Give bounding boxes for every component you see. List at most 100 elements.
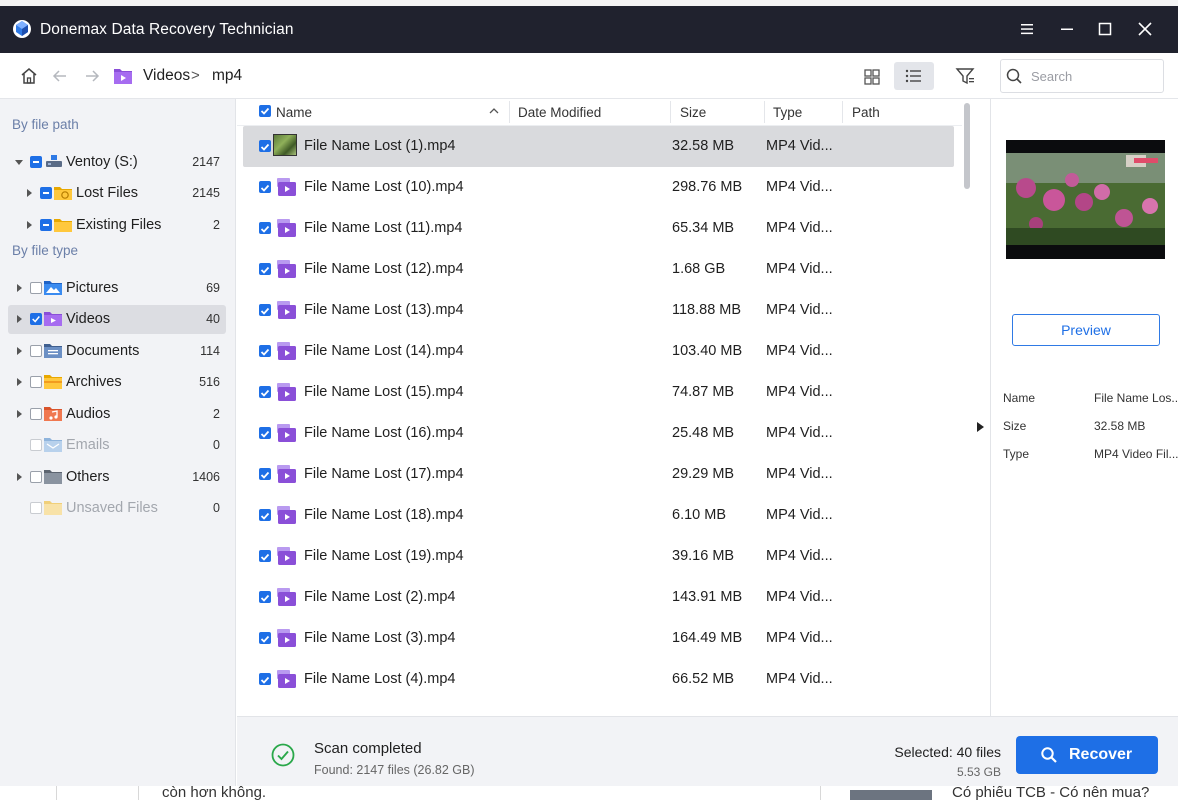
table-row[interactable]: File Name Lost (4).mp4 66.52 MB MP4 Vid.… bbox=[243, 659, 954, 700]
checkbox-unsaved-files[interactable] bbox=[30, 502, 42, 514]
row-checkbox[interactable] bbox=[259, 632, 271, 644]
sidebar-item-audios[interactable]: Audios 2 bbox=[8, 400, 226, 429]
row-checkbox[interactable] bbox=[259, 509, 271, 521]
row-checkbox[interactable] bbox=[259, 140, 271, 152]
toolbar: Videos > mp4 bbox=[0, 53, 1178, 99]
collapse-preview-arrow-icon[interactable] bbox=[974, 420, 986, 434]
column-header-type[interactable]: Type bbox=[773, 105, 802, 120]
sidebar-item-existing-files[interactable]: Existing Files 2 bbox=[8, 211, 226, 240]
check-icon bbox=[260, 143, 270, 151]
checkbox-emails[interactable] bbox=[30, 439, 42, 451]
column-header-size[interactable]: Size bbox=[680, 105, 706, 120]
collapse-arrow-icon[interactable] bbox=[14, 377, 24, 387]
table-row[interactable]: File Name Lost (12).mp4 1.68 GB MP4 Vid.… bbox=[243, 249, 954, 290]
scan-found-summary: Found: 2147 files (26.82 GB) bbox=[314, 763, 475, 777]
table-row[interactable]: File Name Lost (3).mp4 164.49 MB MP4 Vid… bbox=[243, 618, 954, 659]
breadcrumb-current[interactable]: mp4 bbox=[212, 67, 242, 85]
sidebar-item-count: 2 bbox=[213, 218, 220, 232]
list-view-button[interactable] bbox=[894, 62, 934, 90]
search-input[interactable] bbox=[1031, 66, 1157, 86]
row-checkbox[interactable] bbox=[259, 263, 271, 275]
row-checkbox[interactable] bbox=[259, 550, 271, 562]
row-checkbox[interactable] bbox=[259, 468, 271, 480]
column-header-path[interactable]: Path bbox=[852, 105, 880, 120]
checkbox-archives[interactable] bbox=[30, 376, 42, 388]
row-checkbox[interactable] bbox=[259, 673, 271, 685]
table-row[interactable]: File Name Lost (18).mp4 6.10 MB MP4 Vid.… bbox=[243, 495, 954, 536]
back-arrow-icon[interactable] bbox=[50, 66, 70, 86]
collapse-arrow-icon[interactable] bbox=[14, 346, 24, 356]
table-row[interactable]: File Name Lost (1).mp4 32.58 MB MP4 Vid.… bbox=[243, 126, 954, 167]
file-name: File Name Lost (12).mp4 bbox=[304, 261, 464, 277]
row-checkbox[interactable] bbox=[259, 386, 271, 398]
table-row[interactable]: File Name Lost (13).mp4 118.88 MB MP4 Vi… bbox=[243, 290, 954, 331]
preview-button[interactable]: Preview bbox=[1012, 314, 1160, 346]
table-row[interactable]: File Name Lost (16).mp4 25.48 MB MP4 Vid… bbox=[243, 413, 954, 454]
row-checkbox[interactable] bbox=[259, 427, 271, 439]
checkbox-videos[interactable] bbox=[30, 313, 42, 325]
recover-button[interactable]: Recover bbox=[1016, 736, 1158, 774]
sidebar-item-count: 1406 bbox=[192, 470, 220, 484]
sidebar-item-videos[interactable]: Videos 40 bbox=[8, 305, 226, 334]
column-header-date[interactable]: Date Modified bbox=[518, 105, 601, 120]
row-checkbox[interactable] bbox=[259, 591, 271, 603]
maximize-icon[interactable] bbox=[1094, 18, 1116, 40]
checkbox-documents[interactable] bbox=[30, 345, 42, 357]
checkbox-pictures[interactable] bbox=[30, 282, 42, 294]
table-row[interactable]: File Name Lost (2).mp4 143.91 MB MP4 Vid… bbox=[243, 577, 954, 618]
sidebar-item-count: 0 bbox=[213, 501, 220, 515]
row-checkbox[interactable] bbox=[259, 345, 271, 357]
sidebar-item-label: Lost Files bbox=[76, 185, 139, 201]
checkbox-ventoy[interactable] bbox=[30, 156, 42, 168]
check-icon bbox=[260, 553, 270, 561]
table-row[interactable]: File Name Lost (14).mp4 103.40 MB MP4 Vi… bbox=[243, 331, 954, 372]
sidebar-item-label: Audios bbox=[66, 406, 111, 422]
collapse-arrow-icon[interactable] bbox=[24, 220, 34, 230]
file-type: MP4 Vid... bbox=[766, 261, 833, 277]
collapse-arrow-icon[interactable] bbox=[14, 314, 24, 324]
sort-ascending-icon[interactable] bbox=[489, 107, 499, 115]
row-checkbox[interactable] bbox=[259, 304, 271, 316]
collapse-arrow-icon[interactable] bbox=[14, 472, 24, 482]
checkbox-existing-files[interactable] bbox=[40, 219, 52, 231]
column-header-name[interactable]: Name bbox=[276, 105, 312, 120]
table-row[interactable]: File Name Lost (19).mp4 39.16 MB MP4 Vid… bbox=[243, 536, 954, 577]
sidebar-item-unsaved-files[interactable]: Unsaved Files 0 bbox=[8, 494, 226, 523]
scrollbar-thumb[interactable] bbox=[964, 103, 970, 189]
sidebar-item-emails[interactable]: Emails 0 bbox=[8, 431, 226, 460]
row-checkbox[interactable] bbox=[259, 222, 271, 234]
table-row[interactable]: File Name Lost (11).mp4 65.34 MB MP4 Vid… bbox=[243, 208, 954, 249]
collapse-arrow-icon[interactable] bbox=[14, 409, 24, 419]
filter-icon[interactable] bbox=[954, 65, 976, 87]
check-icon bbox=[260, 266, 270, 274]
table-row[interactable]: File Name Lost (17).mp4 29.29 MB MP4 Vid… bbox=[243, 454, 954, 495]
menu-icon[interactable] bbox=[1016, 18, 1038, 40]
sidebar-item-documents[interactable]: Documents 114 bbox=[8, 337, 226, 366]
close-icon[interactable] bbox=[1134, 18, 1156, 40]
table-row[interactable]: File Name Lost (10).mp4 298.76 MB MP4 Vi… bbox=[243, 167, 954, 208]
row-checkbox[interactable] bbox=[259, 181, 271, 193]
file-list-scrollbar[interactable] bbox=[962, 99, 972, 716]
sidebar-item-ventoy[interactable]: Ventoy (S:) 2147 bbox=[8, 148, 226, 177]
check-icon bbox=[32, 316, 40, 323]
sidebar-item-archives[interactable]: Archives 516 bbox=[8, 368, 226, 397]
checkbox-lost-files[interactable] bbox=[40, 187, 52, 199]
file-size: 39.16 MB bbox=[672, 548, 735, 564]
checkbox-others[interactable] bbox=[30, 471, 42, 483]
minimize-icon[interactable] bbox=[1056, 18, 1078, 40]
grid-view-icon[interactable] bbox=[858, 64, 886, 90]
collapse-arrow-icon[interactable] bbox=[24, 188, 34, 198]
sidebar-item-lost-files[interactable]: Lost Files 2145 bbox=[8, 179, 226, 208]
home-icon[interactable] bbox=[19, 66, 39, 86]
forward-arrow-icon[interactable] bbox=[82, 66, 102, 86]
table-row[interactable]: File Name Lost (15).mp4 74.87 MB MP4 Vid… bbox=[243, 372, 954, 413]
breadcrumb-videos[interactable]: Videos bbox=[143, 67, 190, 85]
search-box[interactable] bbox=[1000, 59, 1164, 93]
expand-arrow-icon[interactable] bbox=[14, 157, 24, 167]
select-all-checkbox[interactable] bbox=[259, 105, 271, 117]
checkbox-audios[interactable] bbox=[30, 408, 42, 420]
preview-panel: Preview Name File Name Los... Size 32.58… bbox=[990, 99, 1178, 716]
collapse-arrow-icon[interactable] bbox=[14, 283, 24, 293]
sidebar-item-others[interactable]: Others 1406 bbox=[8, 463, 226, 492]
sidebar-item-pictures[interactable]: Pictures 69 bbox=[8, 274, 226, 303]
